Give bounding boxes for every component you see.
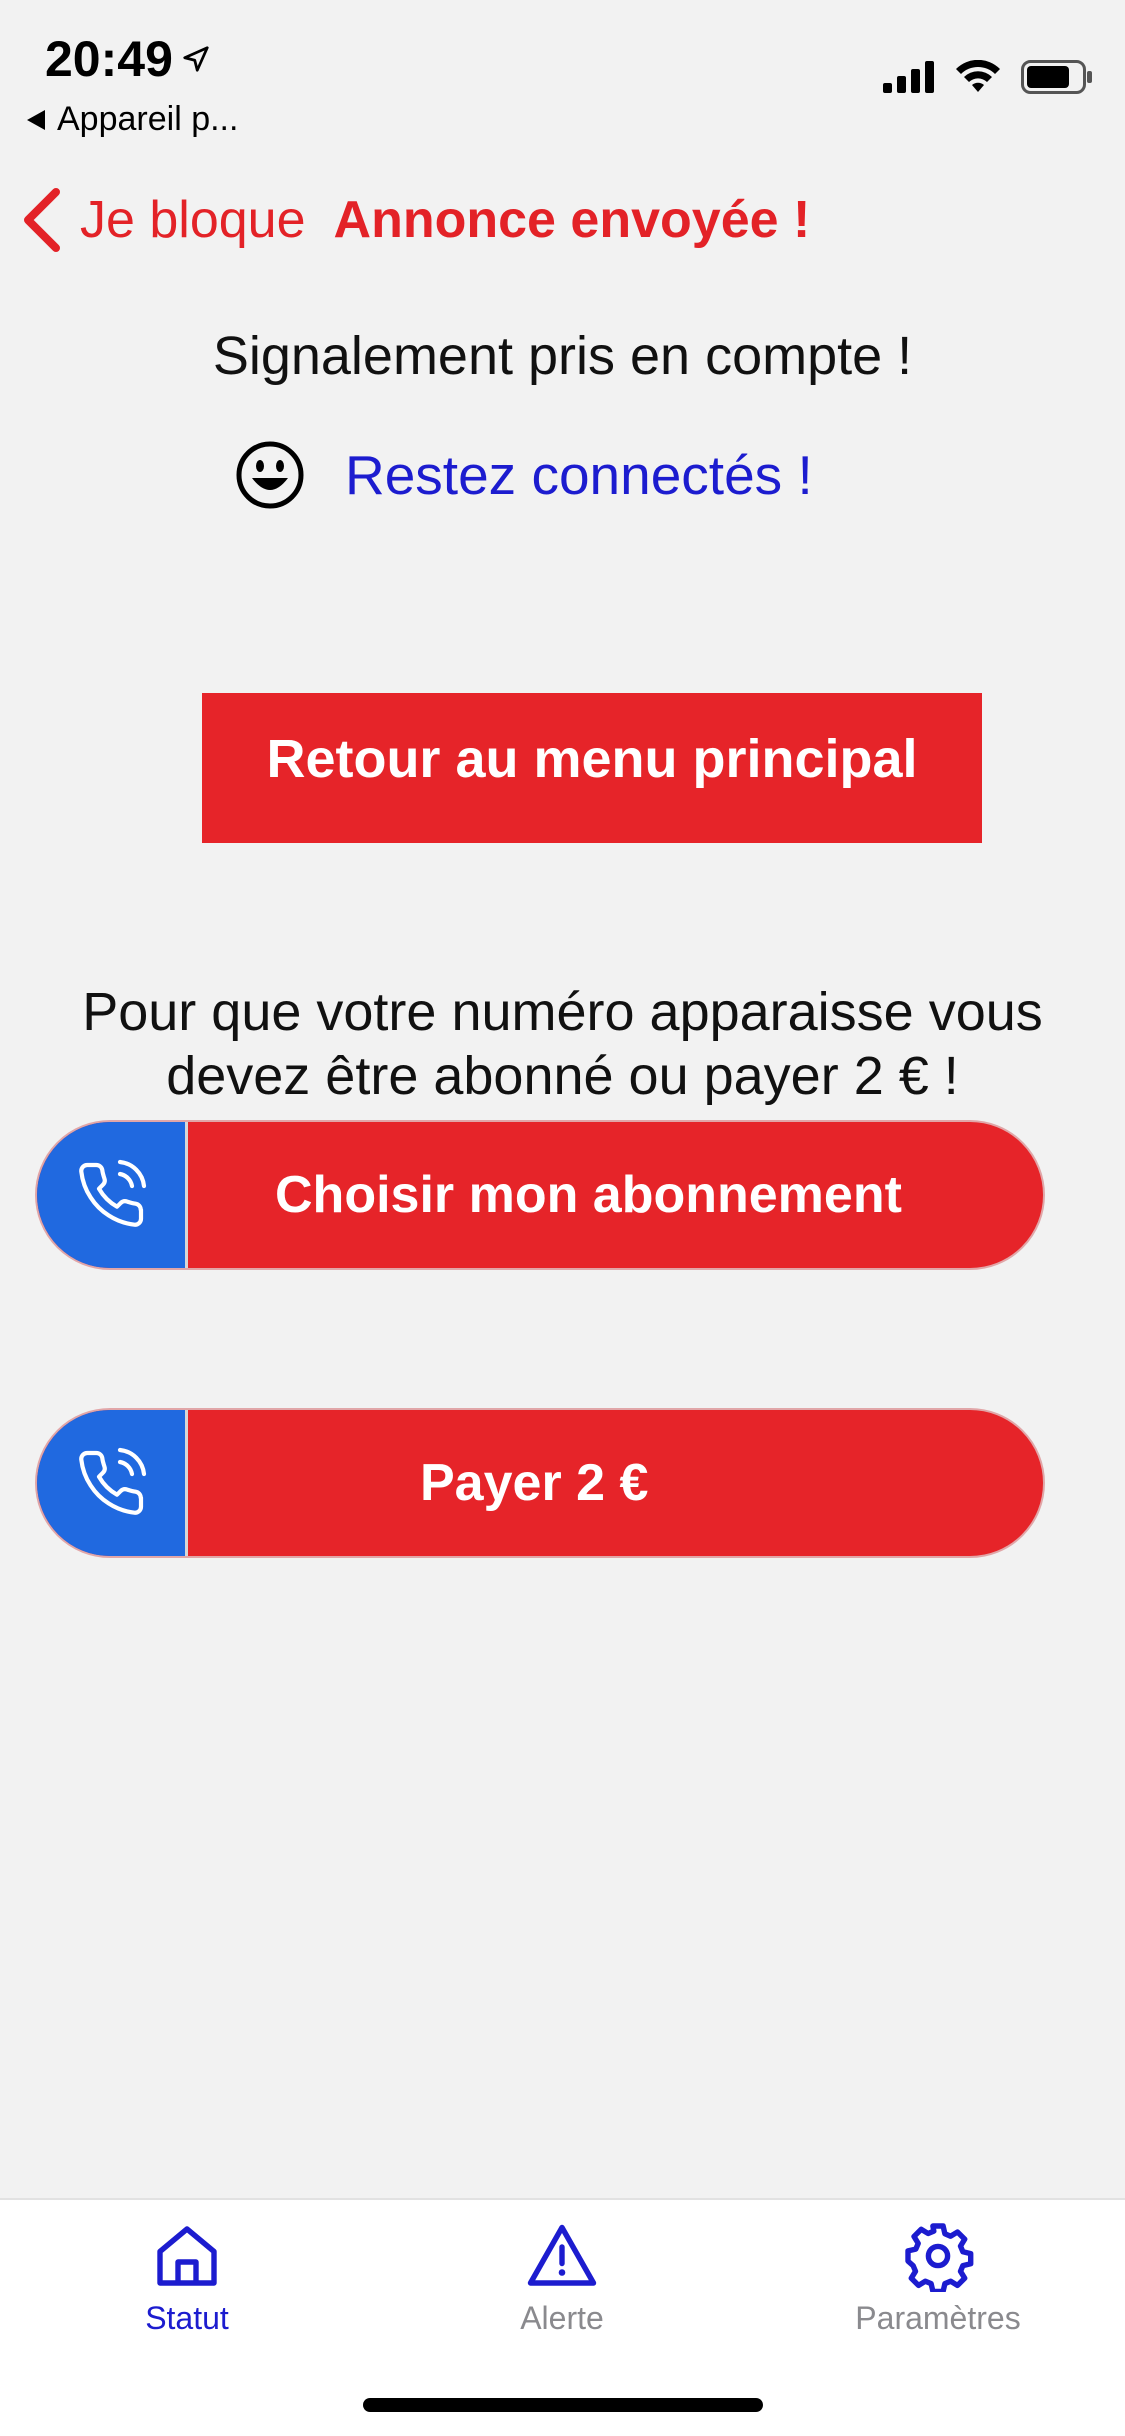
gear-icon <box>905 2223 974 2292</box>
warning-icon <box>527 2224 597 2286</box>
back-triangle-icon <box>27 109 45 130</box>
stay-connected-text: Restez connectés ! <box>345 444 813 506</box>
subscription-info: Pour que votre numéro apparaisse vous de… <box>0 980 1125 1108</box>
home-indicator[interactable] <box>363 2398 763 2412</box>
return-to-app[interactable]: Appareil p... <box>25 100 238 139</box>
navigation-bar: Je bloque Annonce envoyée ! <box>0 170 1125 270</box>
status-icons <box>883 60 1093 94</box>
back-button[interactable]: Je bloque <box>22 188 306 252</box>
tab-parametres[interactable]: Paramètres <box>818 2220 1058 2337</box>
status-time: 20:49 <box>45 30 211 88</box>
tab-statut[interactable]: Statut <box>67 2220 307 2337</box>
return-app-label: Appareil p... <box>57 100 239 138</box>
pay-button[interactable]: Payer 2 € <box>35 1408 1045 1558</box>
tab-alerte[interactable]: Alerte <box>442 2220 682 2337</box>
stay-connected-row: Restez connectés ! <box>235 440 813 510</box>
tab-label: Paramètres <box>855 2300 1021 2336</box>
back-label: Je bloque <box>80 191 306 249</box>
subscription-info-line-1: Pour que votre numéro apparaisse vous <box>82 982 1043 1042</box>
clock: 20:49 <box>45 31 173 87</box>
page-title: Annonce envoyée ! <box>333 191 811 249</box>
phone-call-icon <box>79 1447 147 1515</box>
phone-icon-container <box>37 1122 188 1268</box>
choose-subscription-button[interactable]: Choisir mon abonnement <box>35 1120 1045 1270</box>
phone-icon-container <box>37 1410 188 1556</box>
pay-label: Payer 2 € <box>420 1454 649 1512</box>
main-menu-button[interactable]: Retour au menu principal <box>202 693 982 843</box>
tab-label: Statut <box>145 2300 229 2336</box>
choose-subscription-label: Choisir mon abonnement <box>275 1166 902 1224</box>
cellular-signal-icon <box>883 61 934 93</box>
wifi-icon <box>956 60 1000 92</box>
location-arrow-icon <box>183 46 209 72</box>
battery-icon <box>1021 60 1092 94</box>
phone-call-icon <box>79 1159 147 1227</box>
smiley-icon <box>236 441 304 509</box>
home-icon <box>157 2226 217 2286</box>
chevron-left-icon <box>24 188 60 252</box>
confirmation-message: Signalement pris en compte ! <box>212 326 913 386</box>
tab-label: Alerte <box>520 2300 604 2336</box>
subscription-info-line-2: devez être abonné ou payer 2 € ! <box>166 1046 959 1106</box>
